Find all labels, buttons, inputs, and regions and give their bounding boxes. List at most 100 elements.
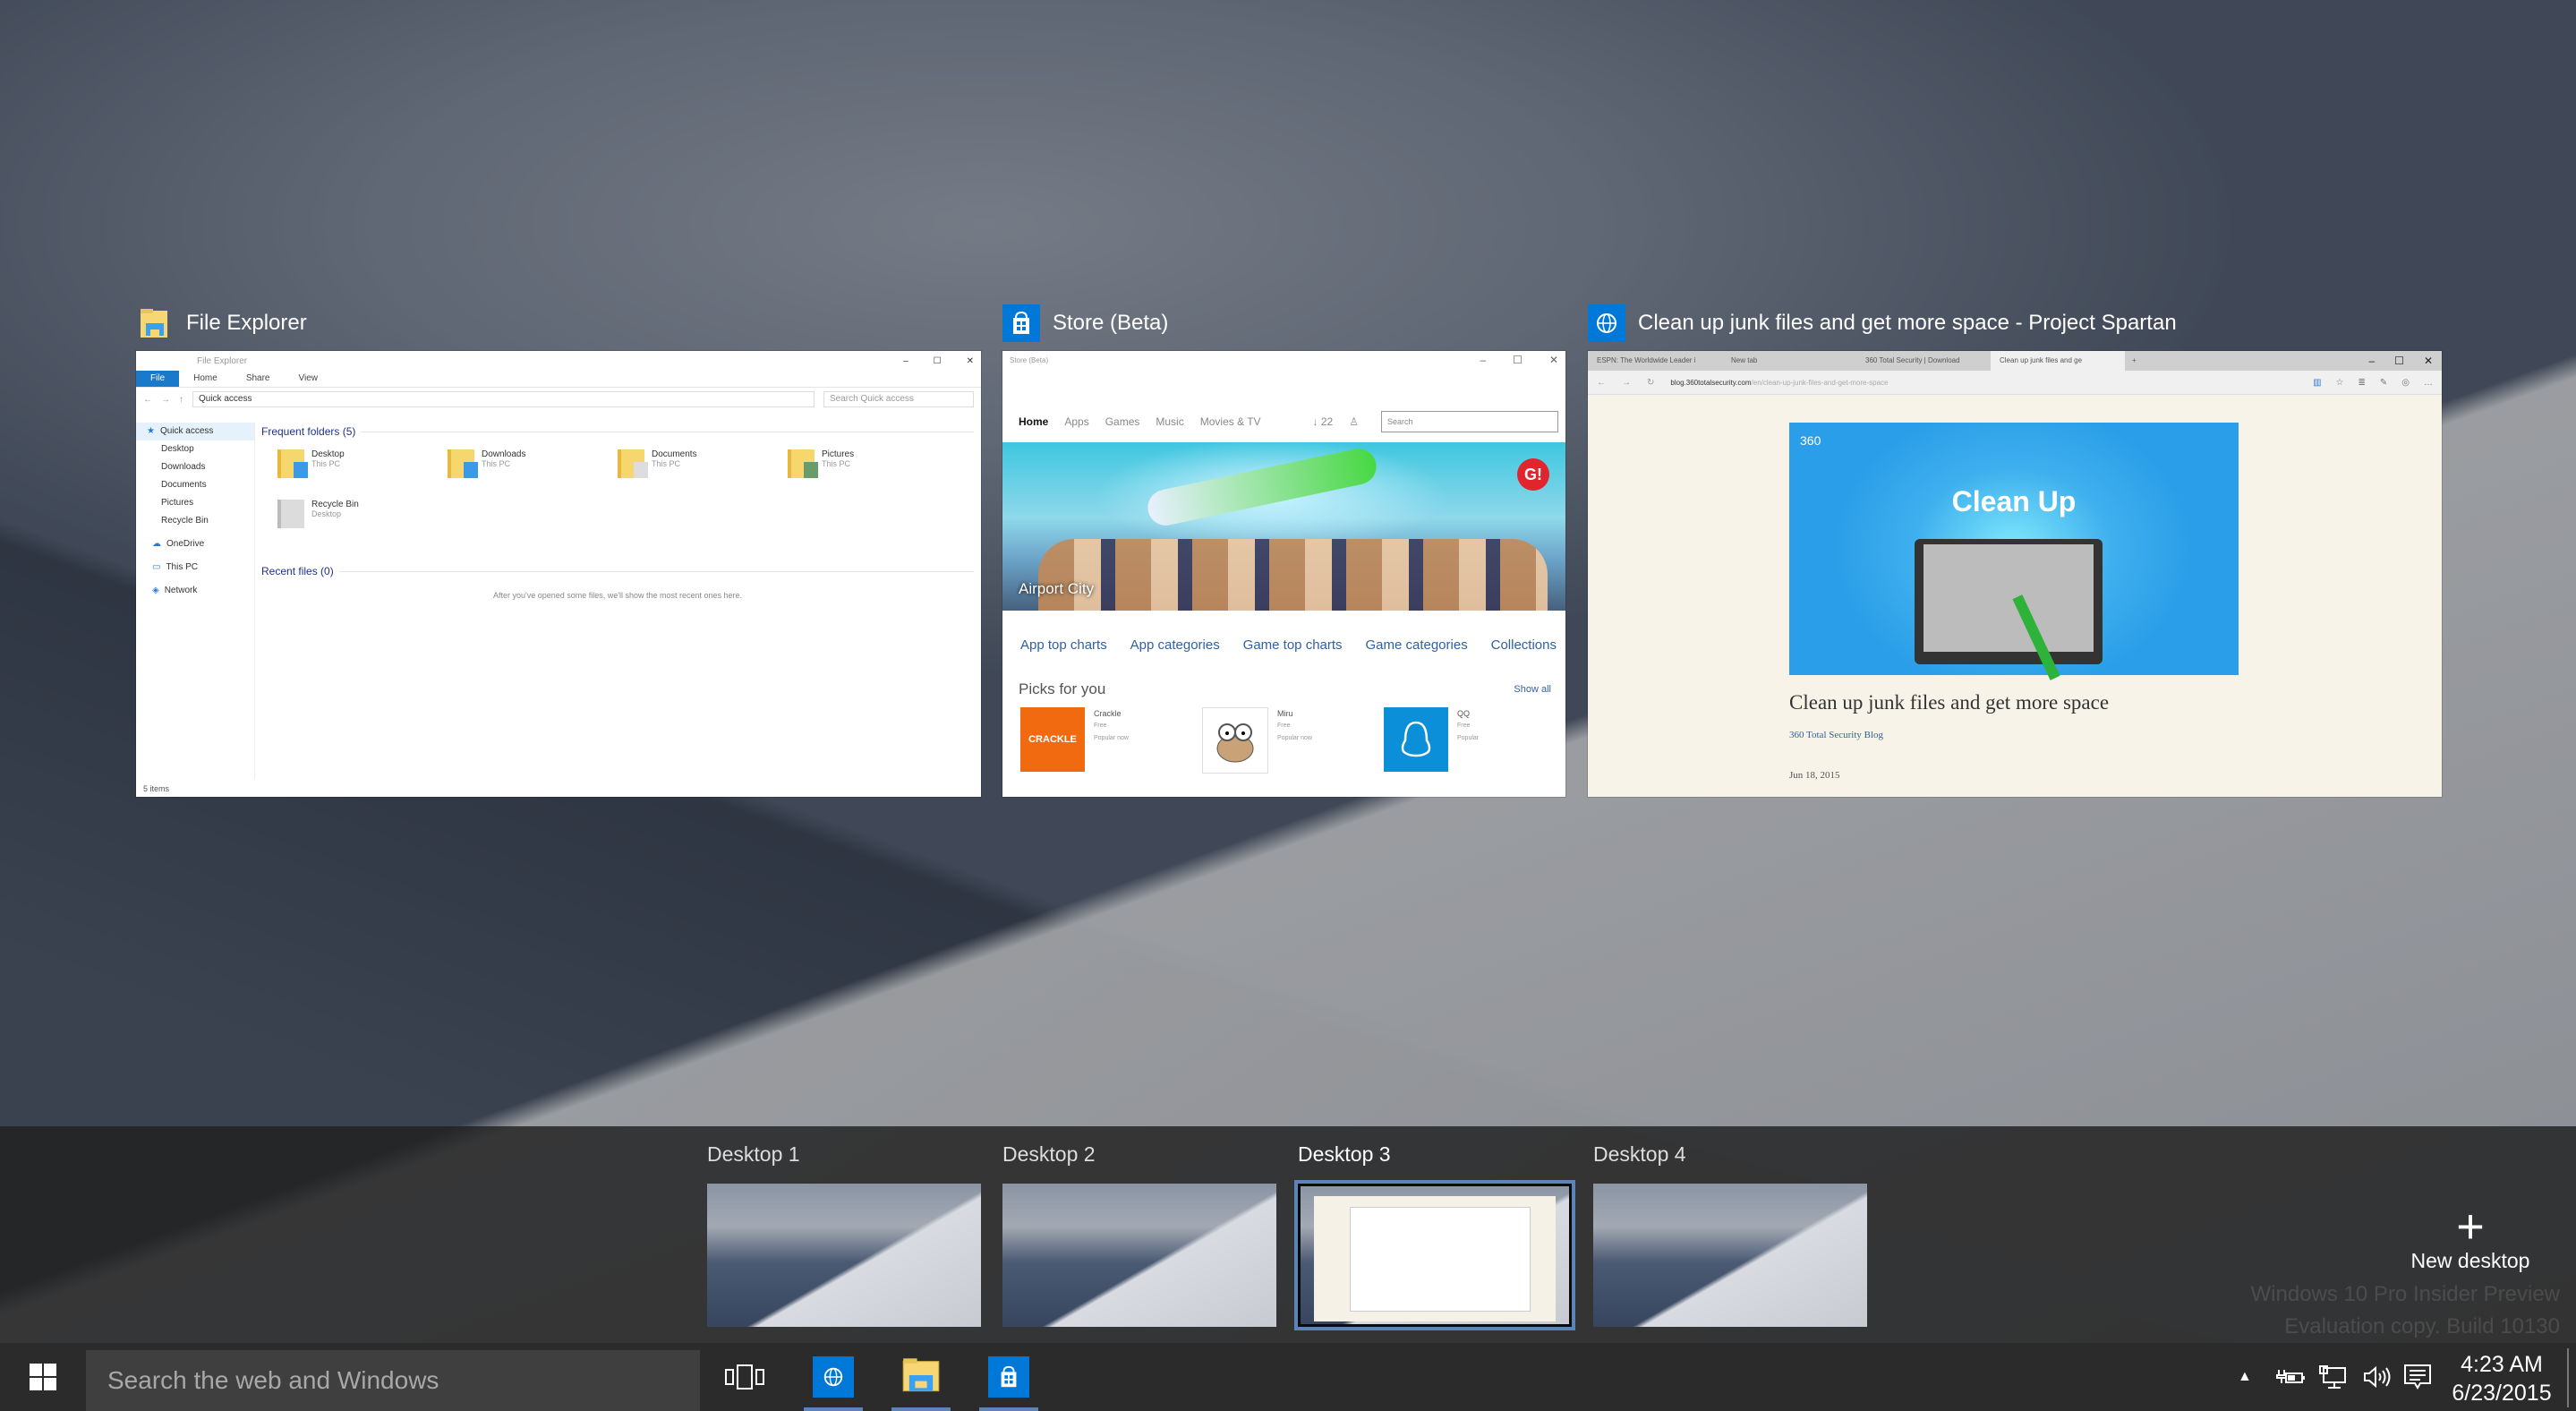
app-tile: Miru Free Popular now	[1202, 707, 1384, 774]
spartan-thumbnail[interactable]: ESPN: The Worldwide Leader i New tab 360…	[1588, 351, 2442, 797]
taskbar-file-explorer-button[interactable]	[890, 1343, 952, 1411]
task-view-button[interactable]	[721, 1363, 768, 1391]
show-hidden-icons-button[interactable]: ▲	[2238, 1343, 2252, 1411]
store-menu-music: Music	[1156, 415, 1184, 428]
action-center-button[interactable]	[2402, 1343, 2433, 1411]
fe-titlebar: File Explorer – ☐ ✕	[136, 351, 981, 371]
file-explorer-thumbnail[interactable]: File Explorer – ☐ ✕ File Home Share View ←…	[136, 351, 981, 797]
ribbon-tab-file: File	[136, 371, 180, 387]
folder-item: Pictures This PC	[788, 449, 958, 500]
running-indicator	[891, 1407, 951, 1411]
favorite-star-icon: ☆	[2335, 377, 2344, 388]
publisher-badge: G!	[1517, 458, 1549, 491]
close-icon: ✕	[1548, 354, 1558, 366]
taskbar: Search the web and Windows ▲ 4:23 AM 6/2…	[0, 1343, 2576, 1411]
minimize-icon: –	[903, 355, 908, 366]
start-button[interactable]	[0, 1343, 86, 1411]
taskbar-spartan-button[interactable]	[802, 1343, 865, 1411]
share-icon: ◎	[2401, 377, 2410, 388]
spartan-globe-icon	[1588, 304, 1625, 342]
folder-item: Downloads This PC	[448, 449, 618, 500]
up-arrow-icon: ↑	[179, 394, 183, 405]
reading-view-icon: ▥	[2313, 377, 2322, 388]
taskbar-clock[interactable]: 4:23 AM 6/23/2015	[2445, 1350, 2558, 1407]
desktop-1-thumbnail[interactable]	[707, 1184, 981, 1327]
picks-header: Picks for you	[1019, 680, 1106, 697]
maximize-icon: ☐	[933, 355, 942, 366]
desktop-3-thumbnail-current[interactable]	[1298, 1184, 1572, 1327]
characters-graphic	[1038, 539, 1548, 611]
window-title-text: File Explorer	[186, 311, 307, 335]
nav-item: ▭ This PC	[152, 562, 199, 572]
frequent-folders-header: Frequent folders (5)	[261, 423, 974, 440]
more-icon: …	[2424, 377, 2433, 388]
action-center-icon	[2404, 1364, 2431, 1390]
fe-content: Frequent folders (5) Desktop This PC Down…	[261, 423, 974, 779]
browser-tabs: ESPN: The Worldwide Leader i New tab 360…	[1588, 351, 2442, 371]
desktop-3-windows-preview	[1314, 1196, 1556, 1321]
frequent-folders-grid: Desktop This PC Downloads This PC Document…	[277, 449, 974, 550]
store-menu-movies: Movies & TV	[1199, 415, 1261, 428]
new-desktop-button[interactable]: + New desktop	[2399, 1202, 2542, 1273]
fe-address-row: ← → ↑ Quick access Search Quick access	[136, 388, 981, 411]
hero-caption: Airport City	[1019, 580, 1095, 597]
volume-icon	[2364, 1365, 2391, 1389]
store-menu: Home Apps Games Music Movies & TV ↓ 22 ♙…	[1019, 408, 1558, 435]
taskbar-search-box[interactable]: Search the web and Windows	[86, 1350, 700, 1411]
spartan-globe-icon	[813, 1356, 854, 1398]
store-links: App top charts App categories Game top cha…	[1020, 637, 1557, 653]
desktop-2-thumbnail[interactable]	[1002, 1184, 1276, 1327]
nav-item: ◈ Network	[152, 586, 198, 595]
nav-item: Recycle Bin	[161, 516, 209, 526]
360-logo: 360	[1800, 433, 1821, 448]
store-thumbnail[interactable]: Store (Beta) – ☐ ✕ Home Apps Games Music M…	[1002, 351, 1565, 797]
taskbar-store-button[interactable]	[977, 1343, 1040, 1411]
nav-item: Desktop	[161, 444, 194, 454]
battery-charging-icon	[2276, 1370, 2305, 1383]
power-tray-button[interactable]	[2275, 1343, 2307, 1411]
network-tray-button[interactable]	[2318, 1343, 2349, 1411]
fe-address-bar: Quick access	[192, 391, 815, 407]
store-menu-apps: Apps	[1064, 415, 1089, 428]
running-indicator	[979, 1407, 1038, 1411]
folder-icon	[277, 449, 308, 478]
volume-tray-button[interactable]	[2361, 1343, 2392, 1411]
ribbon-tab-home: Home	[193, 373, 218, 383]
nav-item: ★ Quick access	[136, 423, 254, 440]
show-desktop-button[interactable]	[2567, 1348, 2569, 1407]
article-byline: 360 Total Security Blog	[1789, 730, 1884, 740]
window-title-file-explorer[interactable]: File Explorer	[136, 303, 307, 344]
minimize-icon: –	[1480, 354, 1487, 366]
user-icon: ♙	[1349, 415, 1359, 428]
forward-arrow-icon: →	[1622, 377, 1631, 388]
crackle-logo: CRACKLE	[1020, 707, 1085, 772]
window-title-spartan[interactable]: Clean up junk files and get more space -…	[1588, 303, 2177, 344]
store-titlebar: Store (Beta) – ☐ ✕	[1010, 354, 1558, 366]
recycle-bin-icon	[277, 500, 304, 528]
app-tile: CRACKLE Crackle Free Popular now	[1020, 707, 1202, 774]
window-title-store[interactable]: Store (Beta)	[1002, 303, 1168, 344]
folder-icon	[618, 449, 648, 478]
web-note-icon: ✎	[2379, 377, 2388, 388]
fe-navigation-pane: ★ Quick access Desktop Downloads Document…	[136, 423, 255, 779]
folder-item: Desktop This PC	[277, 449, 448, 500]
nav-item: Downloads	[161, 462, 206, 472]
store-icon	[988, 1356, 1029, 1398]
file-explorer-icon	[901, 1355, 941, 1399]
desktop-4-label: Desktop 4	[1593, 1142, 1686, 1166]
chevron-up-icon: ▲	[2238, 1369, 2252, 1384]
desktop-4-thumbnail[interactable]	[1593, 1184, 1867, 1327]
back-arrow-icon: ←	[143, 394, 152, 405]
network-icon	[2319, 1365, 2346, 1389]
store-hero-banner: G! Airport City	[1002, 442, 1565, 611]
browser-tab: 360 Total Security | Download	[1865, 356, 1960, 364]
refresh-icon: ↻	[1647, 377, 1655, 388]
airplane-graphic	[1144, 445, 1380, 529]
maximize-icon: ☐	[2394, 355, 2404, 367]
browser-address-row: ← → ↻ blog.360totalsecurity.com/en/clean-u…	[1588, 371, 2442, 395]
nav-item: ☁ OneDrive	[152, 539, 205, 549]
nav-item: Documents	[161, 480, 207, 490]
virtual-desktops-bar	[0, 1126, 2576, 1343]
store-menu-games: Games	[1105, 415, 1140, 428]
show-all-link: Show all	[1514, 684, 1551, 695]
